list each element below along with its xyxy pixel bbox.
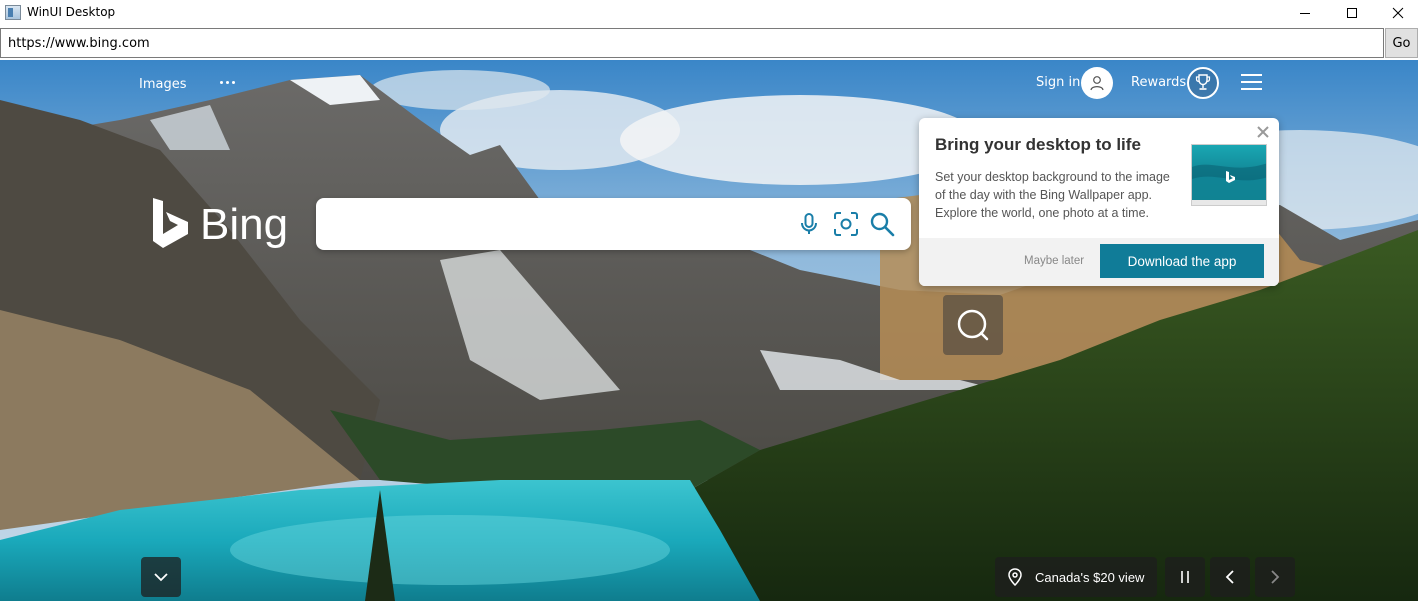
scroll-down-button[interactable] <box>141 557 181 597</box>
pause-button[interactable] <box>1165 557 1205 597</box>
app-icon <box>5 5 21 20</box>
wallpaper-app-thumbnail <box>1191 144 1267 206</box>
chevron-right-icon <box>1271 570 1280 584</box>
wallpaper-app-popup: Bring your desktop to life Set your desk… <box>919 118 1279 286</box>
rewards-button[interactable] <box>1187 67 1219 99</box>
window-title: WinUI Desktop <box>27 5 116 19</box>
address-bar: Go <box>0 26 1418 60</box>
bing-logo-icon <box>153 198 188 248</box>
download-app-button[interactable]: Download the app <box>1100 244 1264 278</box>
trophy-icon <box>1195 74 1211 90</box>
image-controls: Canada's $20 view <box>995 557 1295 597</box>
close-icon[interactable] <box>1255 124 1271 140</box>
rewards-link[interactable]: Rewards <box>1131 75 1186 90</box>
close-button[interactable] <box>1375 0 1418 26</box>
search-input[interactable] <box>332 208 792 240</box>
visual-search-icon[interactable] <box>833 211 859 237</box>
maybe-later-link[interactable]: Maybe later <box>1024 255 1084 267</box>
nav-images-link[interactable]: Images <box>139 77 187 92</box>
close-icon <box>1392 7 1404 19</box>
search-box <box>316 198 911 250</box>
sign-in-link[interactable]: Sign in <box>1036 75 1080 90</box>
minimize-button[interactable] <box>1282 0 1328 26</box>
microphone-icon[interactable] <box>797 212 821 236</box>
search-icon[interactable] <box>869 211 895 237</box>
bing-homepage: Images Sign in Rewards Bing Bring your d… <box>0 60 1418 601</box>
bing-logo[interactable]: Bing <box>150 196 290 252</box>
bing-logo-text: Bing <box>200 200 289 249</box>
minimize-icon <box>1300 13 1310 14</box>
popup-title: Bring your desktop to life <box>935 135 1141 154</box>
visual-search-hotspot[interactable] <box>943 295 1003 355</box>
hamburger-icon[interactable] <box>1241 72 1265 92</box>
chevron-left-icon <box>1225 570 1234 584</box>
location-pin-icon <box>1008 568 1022 586</box>
go-button[interactable]: Go <box>1385 28 1418 58</box>
next-image-button[interactable] <box>1255 557 1295 597</box>
user-avatar-button[interactable] <box>1081 67 1113 99</box>
url-input[interactable] <box>0 28 1384 58</box>
previous-image-button[interactable] <box>1210 557 1250 597</box>
popup-body: Set your desktop background to the image… <box>935 170 1170 220</box>
visual-search-hotspot-icon <box>957 309 989 341</box>
image-location-button[interactable]: Canada's $20 view <box>995 557 1157 597</box>
popup-footer: Maybe later Download the app <box>919 238 1279 286</box>
chevron-down-icon <box>154 573 168 582</box>
image-location-label: Canada's $20 view <box>1035 569 1145 585</box>
user-icon <box>1090 76 1104 91</box>
maximize-icon <box>1347 8 1357 18</box>
more-icon[interactable] <box>215 72 239 92</box>
window-titlebar: WinUI Desktop <box>0 0 1418 26</box>
pause-icon <box>1181 571 1189 583</box>
maximize-button[interactable] <box>1329 0 1375 26</box>
